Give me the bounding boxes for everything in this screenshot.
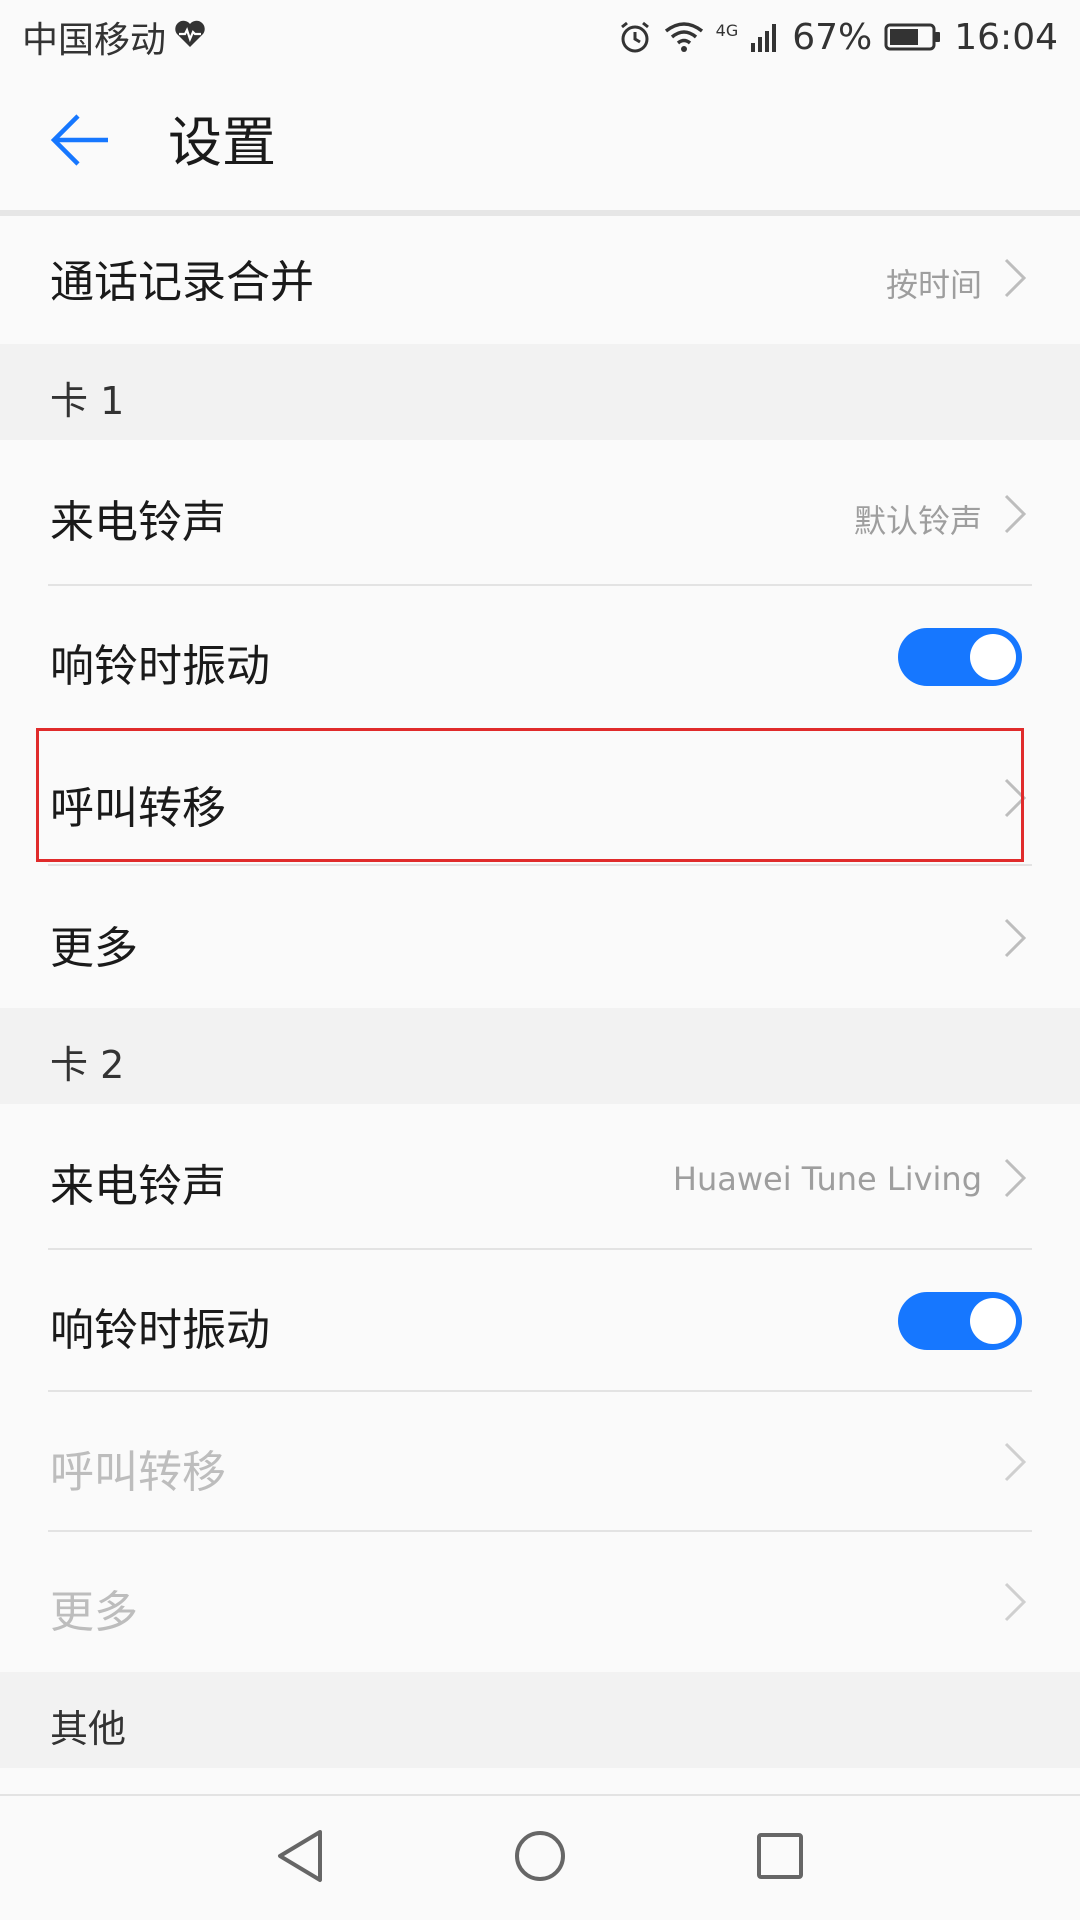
toggle-knob bbox=[970, 634, 1016, 680]
section-label-sim1: 卡 1 bbox=[50, 379, 125, 423]
status-bar: 中国移动 4G 67% 16:04 bbox=[0, 0, 1080, 74]
toggle-knob bbox=[970, 1298, 1016, 1344]
sim1-vibrate-label: 响铃时振动 bbox=[50, 641, 270, 692]
section-label-other: 其他 bbox=[50, 1707, 127, 1751]
heart-pulse-icon bbox=[174, 17, 206, 58]
highlight-box bbox=[36, 728, 1024, 862]
carrier-name: 中国移动 bbox=[22, 20, 167, 61]
chevron-right-icon bbox=[1004, 1442, 1027, 1482]
sim2-vibrate-toggle[interactable] bbox=[898, 1292, 1022, 1350]
sim2-more-label: 更多 bbox=[50, 1587, 138, 1638]
back-arrow-icon bbox=[50, 112, 110, 172]
alarm-icon bbox=[618, 20, 652, 54]
navigation-bar bbox=[0, 1794, 1080, 1920]
chevron-right-icon bbox=[1004, 1582, 1027, 1622]
app-bar: 设置 bbox=[0, 74, 1080, 210]
clock: 16:04 bbox=[954, 16, 1058, 58]
sim2-ringtone-value: Huawei Tune Living bbox=[672, 1160, 982, 1198]
sim1-more-row[interactable]: 更多 bbox=[0, 866, 1080, 1008]
merge-call-log-label: 通话记录合并 bbox=[50, 257, 314, 308]
section-label-sim2: 卡 2 bbox=[50, 1043, 125, 1087]
sim1-more-label: 更多 bbox=[50, 923, 138, 974]
sim2-vibrate-row: 响铃时振动 bbox=[0, 1250, 1080, 1392]
nav-recents-button[interactable] bbox=[748, 1826, 812, 1890]
page-title: 设置 bbox=[168, 111, 276, 174]
circle-home-icon bbox=[512, 1828, 568, 1888]
nav-home-button[interactable] bbox=[508, 1826, 572, 1890]
section-header-other: 其他 bbox=[0, 1672, 1080, 1768]
battery-icon bbox=[884, 22, 942, 52]
section-header-sim1: 卡 1 bbox=[0, 344, 1080, 440]
sim1-ringtone-label: 来电铃声 bbox=[50, 497, 226, 548]
sim1-ringtone-row[interactable]: 来电铃声 默认铃声 bbox=[0, 440, 1080, 586]
signal-icon bbox=[750, 21, 780, 53]
sim2-more-row[interactable]: 更多 bbox=[0, 1532, 1080, 1672]
sim1-vibrate-row: 响铃时振动 bbox=[0, 586, 1080, 728]
sim2-ringtone-row[interactable]: 来电铃声 Huawei Tune Living bbox=[0, 1104, 1080, 1250]
triangle-back-icon bbox=[274, 1828, 326, 1888]
square-recents-icon bbox=[755, 1831, 805, 1885]
nav-back-button[interactable] bbox=[268, 1826, 332, 1890]
sim2-ringtone-label: 来电铃声 bbox=[50, 1161, 226, 1212]
sim2-call-forwarding-label: 呼叫转移 bbox=[50, 1447, 226, 1498]
chevron-right-icon bbox=[1004, 1158, 1027, 1198]
battery-percent: 67% bbox=[792, 16, 873, 58]
status-left: 中国移动 bbox=[22, 11, 206, 63]
chevron-right-icon bbox=[1004, 494, 1027, 534]
merge-call-log-row[interactable]: 通话记录合并 按时间 bbox=[0, 216, 1080, 344]
sim2-vibrate-label: 响铃时振动 bbox=[50, 1305, 270, 1356]
status-right: 4G 67% 16:04 bbox=[618, 17, 1058, 58]
sim1-vibrate-toggle[interactable] bbox=[898, 628, 1022, 686]
network-type: 4G bbox=[715, 20, 739, 40]
chevron-right-icon bbox=[1004, 918, 1027, 958]
wifi-icon bbox=[664, 21, 704, 53]
merge-call-log-value: 按时间 bbox=[885, 266, 982, 304]
section-header-sim2: 卡 2 bbox=[0, 1008, 1080, 1104]
back-button[interactable] bbox=[50, 112, 110, 172]
sim1-ringtone-value: 默认铃声 bbox=[853, 502, 982, 540]
sim2-call-forwarding-row[interactable]: 呼叫转移 bbox=[0, 1392, 1080, 1532]
chevron-right-icon bbox=[1004, 258, 1027, 298]
